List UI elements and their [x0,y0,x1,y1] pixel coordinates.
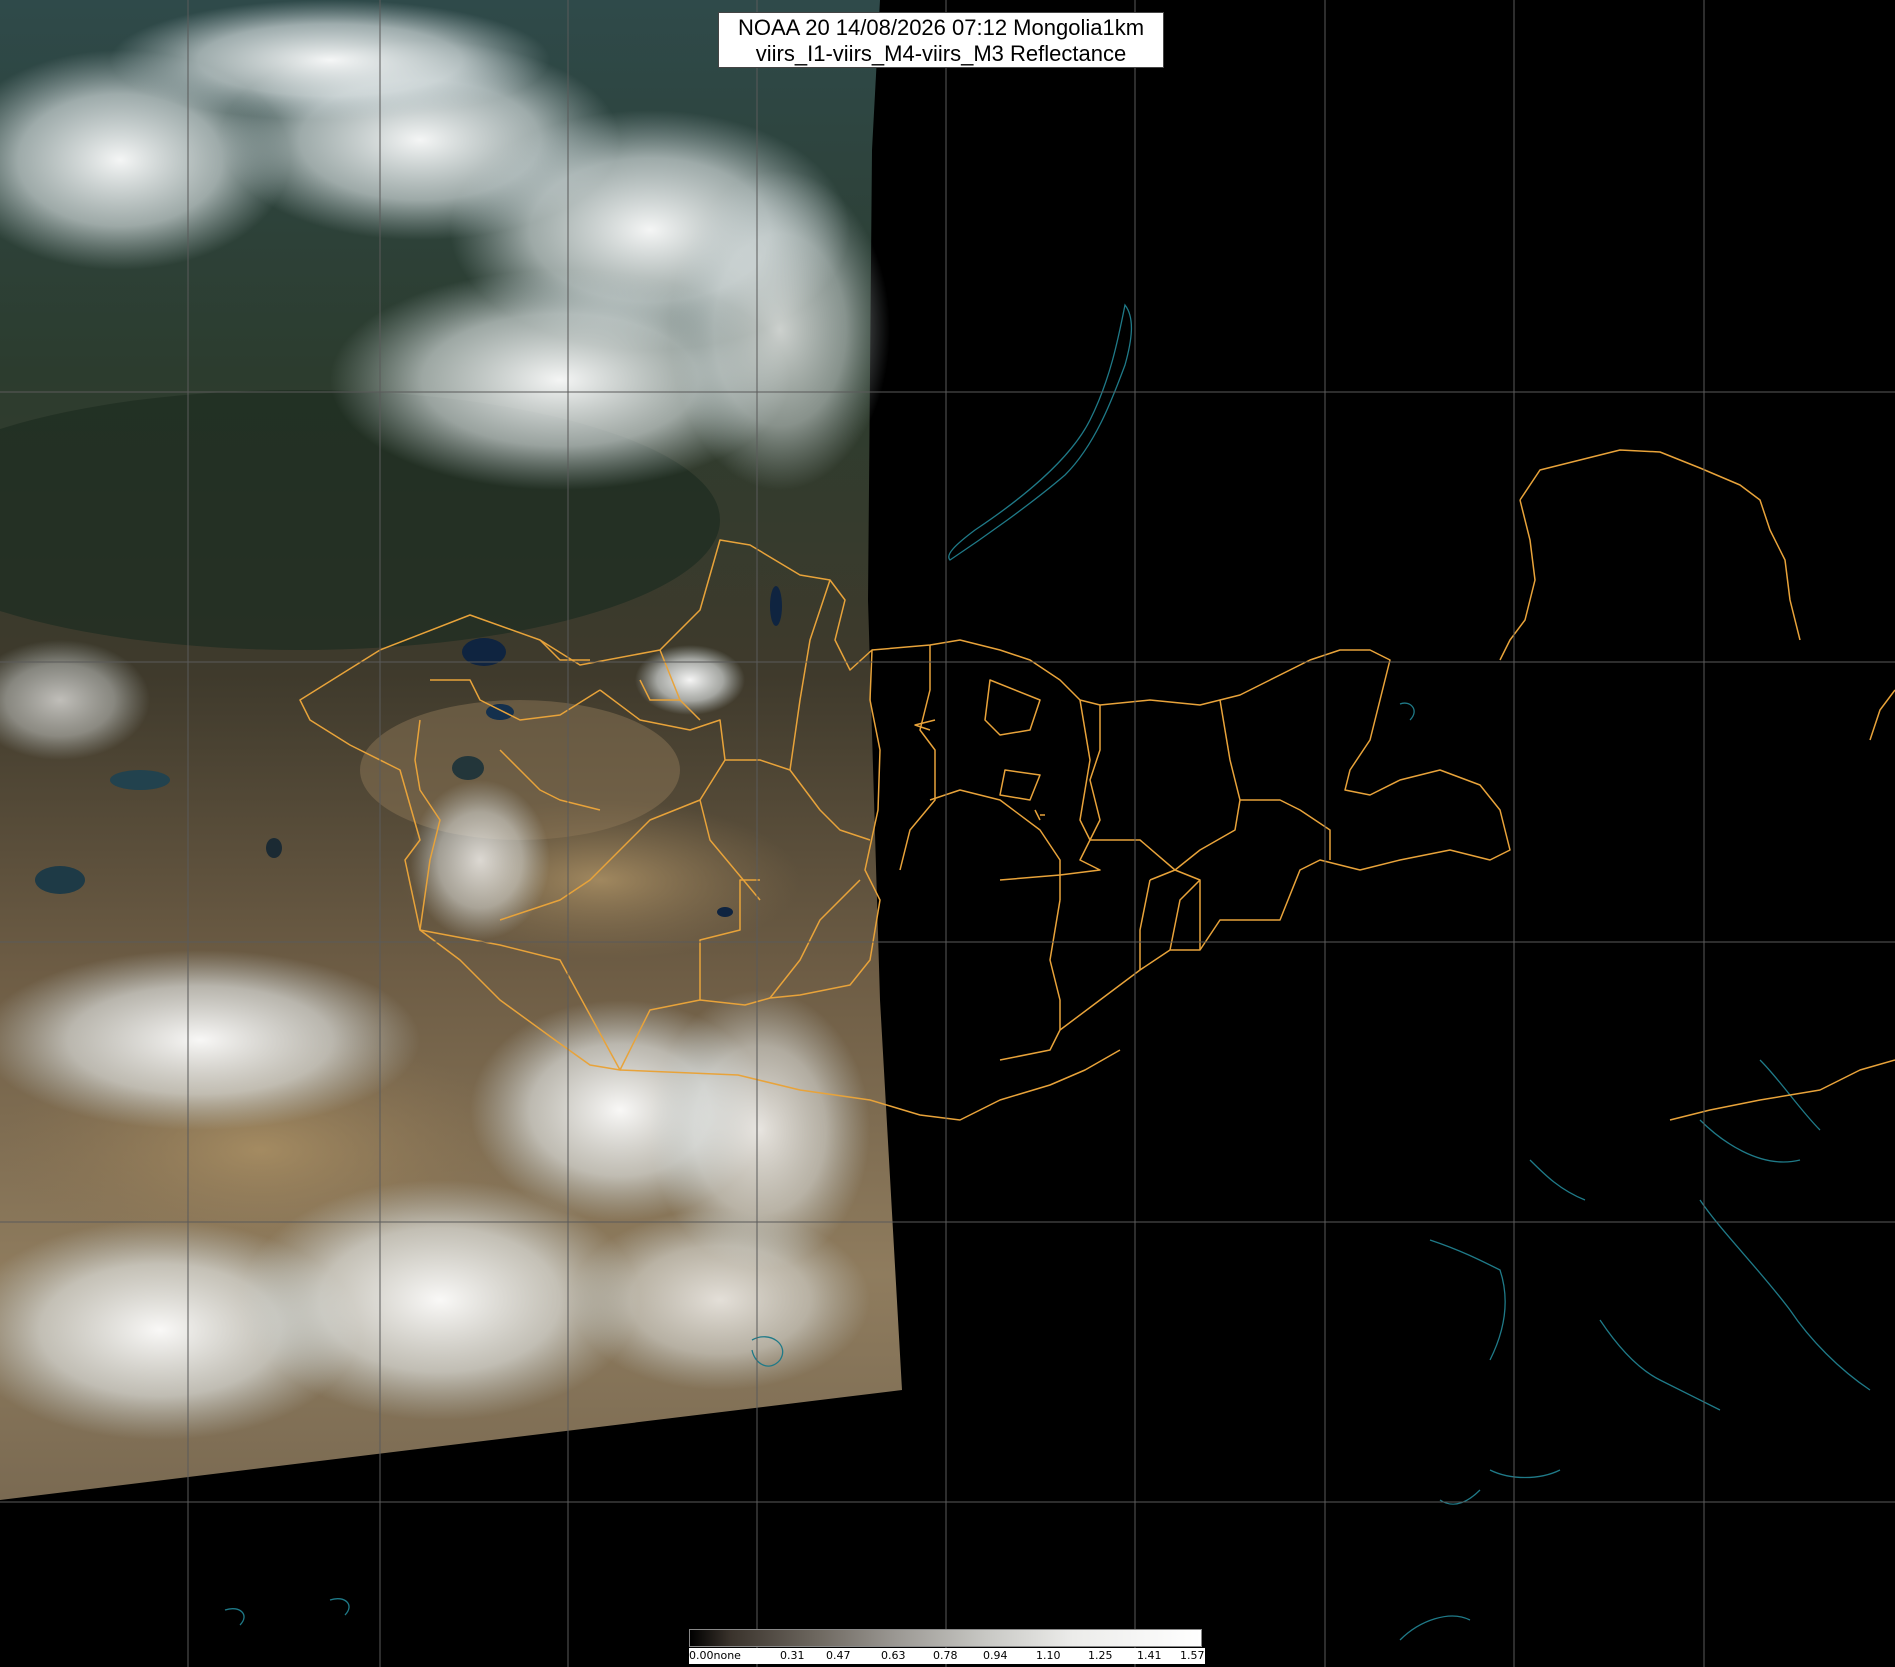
satellite-swath [0,0,902,1500]
colorbar-label: 1.57 [1180,1649,1205,1662]
colorbar-label: 1.25 [1088,1649,1113,1662]
title-line-2: viirs_I1-viirs_M4-viirs_M3 Reflectance [755,41,1127,66]
colorbar-ramp [689,1629,1202,1647]
colorbar-labels: 0.00none 0.31 0.47 0.63 0.78 0.94 1.10 1… [689,1648,1205,1664]
title-line-1: NOAA 20 14/08/2026 07:12 Mongolia1km [737,15,1145,40]
colorbar-label: 0.31 [780,1649,805,1662]
satellite-map [0,0,1895,1667]
colorbar-label: 1.10 [1036,1649,1061,1662]
colorbar-label: 0.47 [826,1649,851,1662]
colorbar-label: 0.78 [933,1649,958,1662]
colorbar-label: 0.63 [881,1649,906,1662]
reflectance-colorbar: 0.00none 0.31 0.47 0.63 0.78 0.94 1.10 1… [689,1626,1205,1664]
colorbar-label: 0.00none [689,1649,741,1662]
map-title: NOAA 20 14/08/2026 07:12 Mongolia1km vii… [718,12,1164,68]
colorbar-label: 1.41 [1137,1649,1162,1662]
colorbar-label: 0.94 [983,1649,1008,1662]
